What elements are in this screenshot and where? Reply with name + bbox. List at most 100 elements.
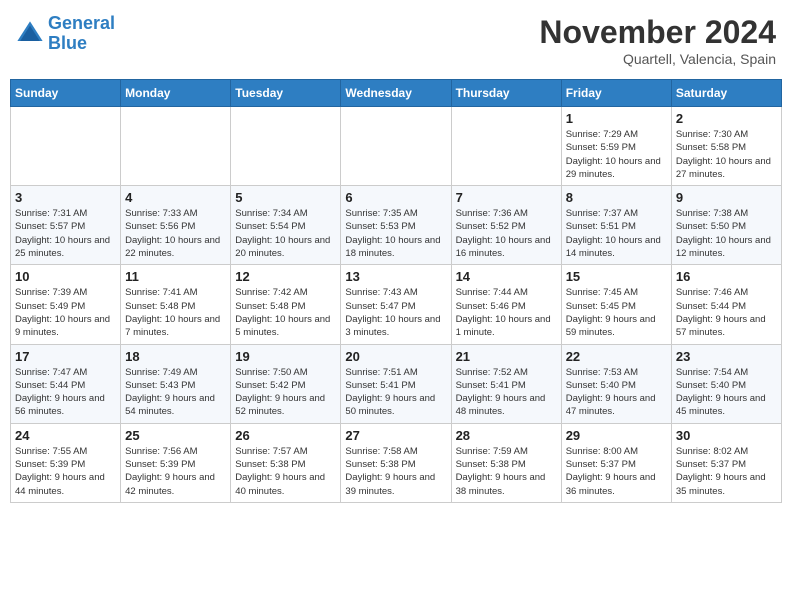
day-number: 6 xyxy=(345,190,446,205)
calendar-week-row: 10Sunrise: 7:39 AMSunset: 5:49 PMDayligh… xyxy=(11,265,782,344)
calendar-cell xyxy=(451,107,561,186)
calendar-cell: 16Sunrise: 7:46 AMSunset: 5:44 PMDayligh… xyxy=(671,265,781,344)
day-info: Sunrise: 7:47 AMSunset: 5:44 PMDaylight:… xyxy=(15,366,116,419)
day-number: 22 xyxy=(566,349,667,364)
day-info: Sunrise: 7:34 AMSunset: 5:54 PMDaylight:… xyxy=(235,207,336,260)
day-info: Sunrise: 7:33 AMSunset: 5:56 PMDaylight:… xyxy=(125,207,226,260)
day-number: 8 xyxy=(566,190,667,205)
calendar-cell: 14Sunrise: 7:44 AMSunset: 5:46 PMDayligh… xyxy=(451,265,561,344)
calendar-cell: 1 Sunrise: 7:29 AMSunset: 5:59 PMDaylight… xyxy=(561,107,671,186)
day-number: 1 xyxy=(566,111,667,126)
day-info: Sunrise: 7:58 AMSunset: 5:38 PMDaylight:… xyxy=(345,445,446,498)
calendar-cell: 2 Sunrise: 7:30 AMSunset: 5:58 PMDaylight… xyxy=(671,107,781,186)
logo-icon xyxy=(16,20,44,48)
weekday-header: Saturday xyxy=(671,80,781,107)
day-number: 20 xyxy=(345,349,446,364)
calendar-cell: 7 Sunrise: 7:36 AMSunset: 5:52 PMDaylight… xyxy=(451,186,561,265)
day-info: Sunrise: 7:44 AMSunset: 5:46 PMDaylight:… xyxy=(456,286,557,339)
day-info: Sunrise: 7:51 AMSunset: 5:41 PMDaylight:… xyxy=(345,366,446,419)
calendar-cell: 5 Sunrise: 7:34 AMSunset: 5:54 PMDaylight… xyxy=(231,186,341,265)
day-info: Sunrise: 7:41 AMSunset: 5:48 PMDaylight:… xyxy=(125,286,226,339)
calendar-cell xyxy=(11,107,121,186)
calendar-cell: 18 Sunrise: 7:49 AMSunset: 5:43 PMDayligh… xyxy=(121,344,231,423)
weekday-header-row: SundayMondayTuesdayWednesdayThursdayFrid… xyxy=(11,80,782,107)
day-number: 30 xyxy=(676,428,777,443)
calendar-week-row: 17 Sunrise: 7:47 AMSunset: 5:44 PMDayligh… xyxy=(11,344,782,423)
day-info: Sunrise: 7:37 AMSunset: 5:51 PMDaylight:… xyxy=(566,207,667,260)
day-info: Sunrise: 7:42 AMSunset: 5:48 PMDaylight:… xyxy=(235,286,336,339)
calendar-cell: 30Sunrise: 8:02 AMSunset: 5:37 PMDayligh… xyxy=(671,423,781,502)
weekday-header: Monday xyxy=(121,80,231,107)
calendar-cell: 12 Sunrise: 7:42 AMSunset: 5:48 PMDayligh… xyxy=(231,265,341,344)
day-info: Sunrise: 7:56 AMSunset: 5:39 PMDaylight:… xyxy=(125,445,226,498)
logo-line1: General xyxy=(48,13,115,33)
day-number: 13 xyxy=(345,269,446,284)
calendar-cell: 27 Sunrise: 7:58 AMSunset: 5:38 PMDayligh… xyxy=(341,423,451,502)
calendar-cell: 9Sunrise: 7:38 AMSunset: 5:50 PMDaylight… xyxy=(671,186,781,265)
day-number: 26 xyxy=(235,428,336,443)
day-number: 11 xyxy=(125,269,226,284)
day-info: Sunrise: 7:46 AMSunset: 5:44 PMDaylight:… xyxy=(676,286,777,339)
calendar-cell: 10Sunrise: 7:39 AMSunset: 5:49 PMDayligh… xyxy=(11,265,121,344)
day-info: Sunrise: 7:49 AMSunset: 5:43 PMDaylight:… xyxy=(125,366,226,419)
calendar-week-row: 24 Sunrise: 7:55 AMSunset: 5:39 PMDayligh… xyxy=(11,423,782,502)
day-info: Sunrise: 8:00 AMSunset: 5:37 PMDaylight:… xyxy=(566,445,667,498)
day-number: 5 xyxy=(235,190,336,205)
calendar-cell: 19 Sunrise: 7:50 AMSunset: 5:42 PMDayligh… xyxy=(231,344,341,423)
day-info: Sunrise: 7:52 AMSunset: 5:41 PMDaylight:… xyxy=(456,366,557,419)
day-number: 3 xyxy=(15,190,116,205)
calendar-cell: 15Sunrise: 7:45 AMSunset: 5:45 PMDayligh… xyxy=(561,265,671,344)
day-info: Sunrise: 7:30 AMSunset: 5:58 PMDaylight:… xyxy=(676,128,777,181)
title-section: November 2024 Quartell, Valencia, Spain xyxy=(539,14,776,67)
calendar-cell: 17 Sunrise: 7:47 AMSunset: 5:44 PMDayligh… xyxy=(11,344,121,423)
day-number: 19 xyxy=(235,349,336,364)
day-number: 24 xyxy=(15,428,116,443)
day-info: Sunrise: 7:59 AMSunset: 5:38 PMDaylight:… xyxy=(456,445,557,498)
calendar-cell xyxy=(341,107,451,186)
day-info: Sunrise: 7:53 AMSunset: 5:40 PMDaylight:… xyxy=(566,366,667,419)
day-number: 15 xyxy=(566,269,667,284)
day-number: 10 xyxy=(15,269,116,284)
logo-text: General Blue xyxy=(48,14,115,54)
calendar-cell: 4Sunrise: 7:33 AMSunset: 5:56 PMDaylight… xyxy=(121,186,231,265)
calendar-cell: 20 Sunrise: 7:51 AMSunset: 5:41 PMDayligh… xyxy=(341,344,451,423)
day-info: Sunrise: 7:36 AMSunset: 5:52 PMDaylight:… xyxy=(456,207,557,260)
day-info: Sunrise: 7:54 AMSunset: 5:40 PMDaylight:… xyxy=(676,366,777,419)
calendar-cell: 24 Sunrise: 7:55 AMSunset: 5:39 PMDayligh… xyxy=(11,423,121,502)
day-number: 28 xyxy=(456,428,557,443)
calendar-cell: 29 Sunrise: 8:00 AMSunset: 5:37 PMDayligh… xyxy=(561,423,671,502)
day-info: Sunrise: 7:55 AMSunset: 5:39 PMDaylight:… xyxy=(15,445,116,498)
day-number: 27 xyxy=(345,428,446,443)
day-info: Sunrise: 7:50 AMSunset: 5:42 PMDaylight:… xyxy=(235,366,336,419)
calendar-cell: 3Sunrise: 7:31 AMSunset: 5:57 PMDaylight… xyxy=(11,186,121,265)
day-info: Sunrise: 7:57 AMSunset: 5:38 PMDaylight:… xyxy=(235,445,336,498)
day-number: 23 xyxy=(676,349,777,364)
calendar-cell: 11 Sunrise: 7:41 AMSunset: 5:48 PMDayligh… xyxy=(121,265,231,344)
logo: General Blue xyxy=(16,14,115,54)
page-header: General Blue November 2024 Quartell, Val… xyxy=(10,10,782,71)
day-number: 17 xyxy=(15,349,116,364)
day-info: Sunrise: 7:29 AMSunset: 5:59 PMDaylight:… xyxy=(566,128,667,181)
calendar-cell: 25Sunrise: 7:56 AMSunset: 5:39 PMDayligh… xyxy=(121,423,231,502)
day-number: 12 xyxy=(235,269,336,284)
day-info: Sunrise: 7:43 AMSunset: 5:47 PMDaylight:… xyxy=(345,286,446,339)
weekday-header: Wednesday xyxy=(341,80,451,107)
calendar-cell: 26 Sunrise: 7:57 AMSunset: 5:38 PMDayligh… xyxy=(231,423,341,502)
calendar-week-row: 1 Sunrise: 7:29 AMSunset: 5:59 PMDaylight… xyxy=(11,107,782,186)
day-number: 29 xyxy=(566,428,667,443)
weekday-header: Sunday xyxy=(11,80,121,107)
weekday-header: Thursday xyxy=(451,80,561,107)
logo-line2: Blue xyxy=(48,34,115,54)
calendar-cell xyxy=(121,107,231,186)
calendar-cell: 13 Sunrise: 7:43 AMSunset: 5:47 PMDayligh… xyxy=(341,265,451,344)
day-number: 7 xyxy=(456,190,557,205)
day-number: 18 xyxy=(125,349,226,364)
calendar-cell xyxy=(231,107,341,186)
calendar-cell: 21 Sunrise: 7:52 AMSunset: 5:41 PMDayligh… xyxy=(451,344,561,423)
day-number: 21 xyxy=(456,349,557,364)
day-number: 2 xyxy=(676,111,777,126)
calendar-cell: 23 Sunrise: 7:54 AMSunset: 5:40 PMDayligh… xyxy=(671,344,781,423)
calendar-cell: 22 Sunrise: 7:53 AMSunset: 5:40 PMDayligh… xyxy=(561,344,671,423)
calendar-cell: 28 Sunrise: 7:59 AMSunset: 5:38 PMDayligh… xyxy=(451,423,561,502)
calendar-body: 1 Sunrise: 7:29 AMSunset: 5:59 PMDaylight… xyxy=(11,107,782,503)
